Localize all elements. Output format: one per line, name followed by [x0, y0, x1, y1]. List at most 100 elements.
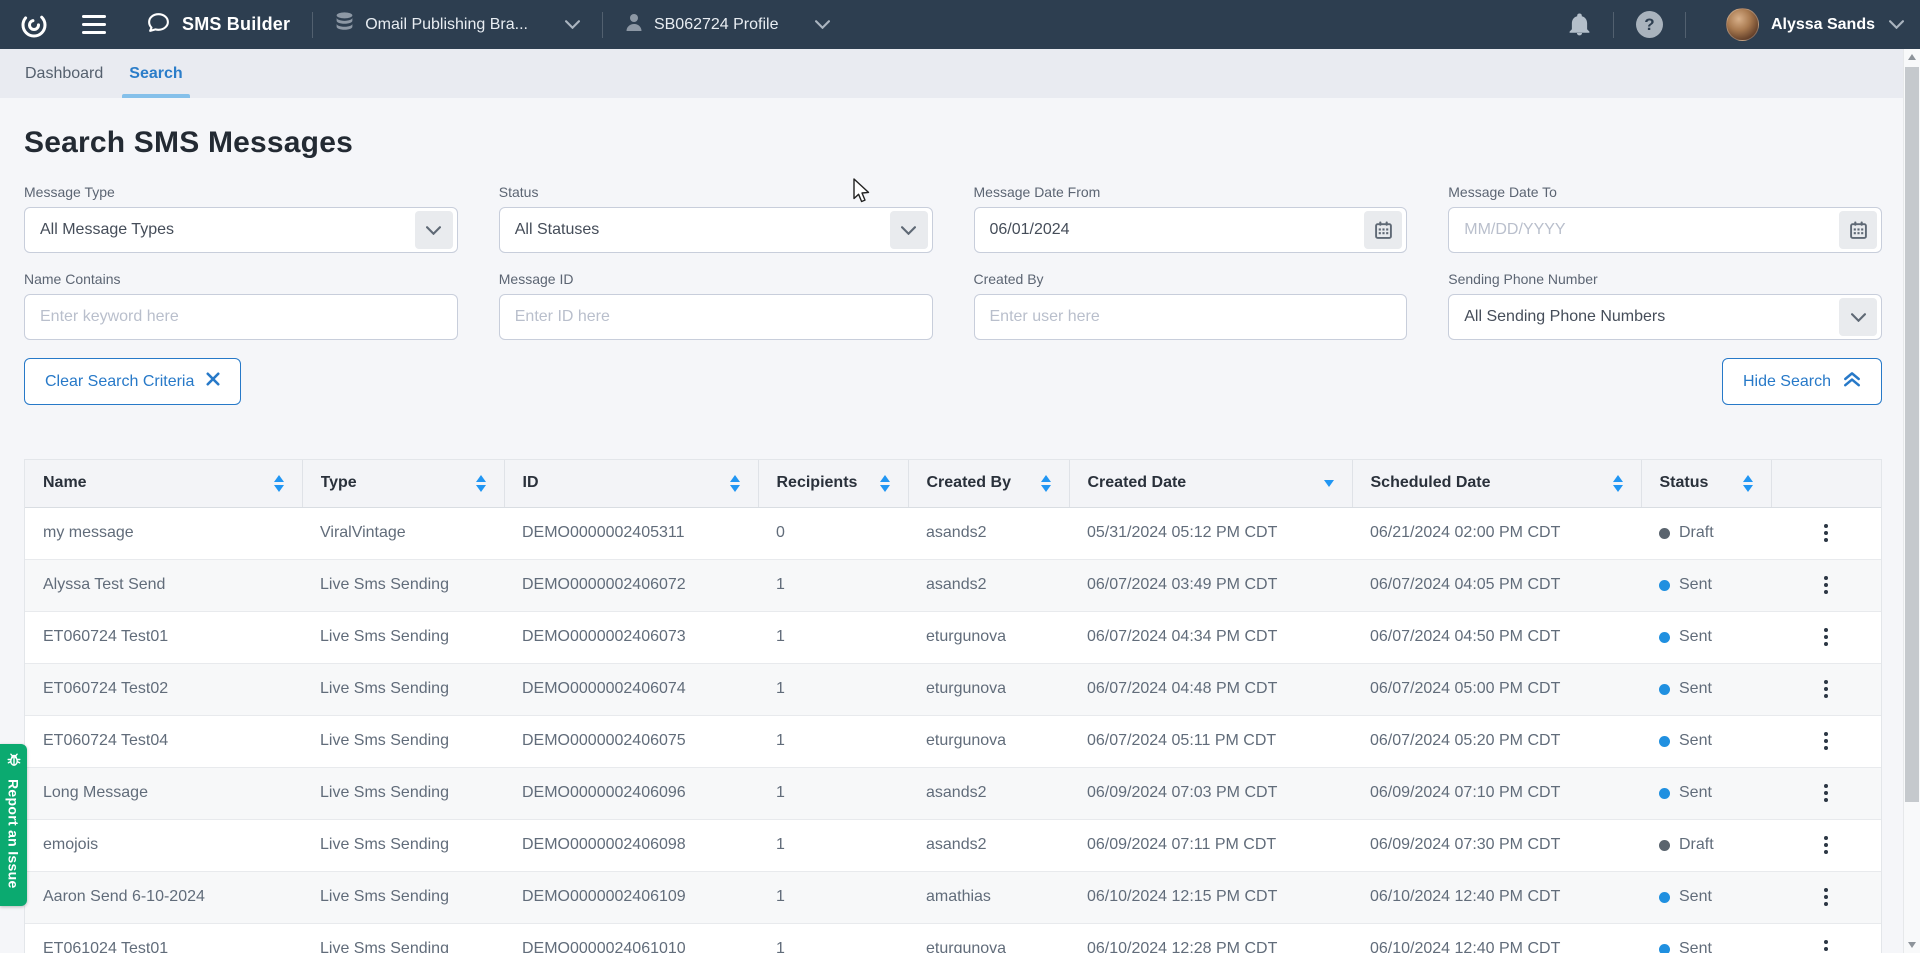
status-badge: Draft [1679, 524, 1714, 542]
cell-name: Aaron Send 6-10-2024 [25, 871, 302, 923]
column-header-status[interactable]: Status [1641, 460, 1771, 507]
kebab-menu-icon[interactable] [1789, 940, 1863, 953]
chevron-down-icon[interactable] [415, 211, 453, 249]
calendar-icon[interactable] [1364, 211, 1402, 249]
status-badge: Sent [1679, 628, 1712, 646]
kebab-menu-icon[interactable] [1789, 784, 1863, 802]
hamburger-menu-icon[interactable] [82, 15, 106, 34]
chevron-down-icon[interactable] [1889, 16, 1904, 34]
calendar-icon[interactable] [1839, 211, 1877, 249]
cell-recipients: 1 [758, 767, 908, 819]
kebab-menu-icon[interactable] [1789, 628, 1863, 646]
omeda-logo-icon[interactable] [20, 11, 48, 39]
table-row[interactable]: ET060724 Test04Live Sms SendingDEMO00000… [25, 715, 1881, 767]
column-header-name[interactable]: Name [25, 460, 302, 507]
sort-icon[interactable] [1743, 475, 1753, 492]
column-header-created_by[interactable]: Created By [908, 460, 1069, 507]
column-header-created_date[interactable]: Created Date [1069, 460, 1352, 507]
cell-name: my message [25, 507, 302, 559]
scroll-down-arrow[interactable] [1904, 937, 1920, 953]
profile-dropdown-label: SB062724 Profile [654, 16, 779, 34]
chevron-down-icon[interactable] [890, 211, 928, 249]
scroll-up-arrow[interactable] [1904, 49, 1920, 65]
cell-id: DEMO0000002405311 [504, 507, 758, 559]
chevron-down-icon[interactable] [1839, 298, 1877, 336]
chevron-down-icon [565, 16, 580, 34]
table-row[interactable]: Long MessageLive Sms SendingDEMO00000024… [25, 767, 1881, 819]
cell-recipients: 1 [758, 559, 908, 611]
report-an-issue-tab[interactable]: Report an Issue [0, 744, 27, 906]
cell-name: emojois [25, 819, 302, 871]
message-type-label: Message Type [24, 184, 458, 200]
column-header-type[interactable]: Type [302, 460, 504, 507]
sort-active-icon[interactable] [1324, 480, 1334, 487]
scrollbar-thumb[interactable] [1905, 67, 1919, 802]
cell-created_date: 06/07/2024 04:34 PM CDT [1069, 611, 1352, 663]
name-contains-input[interactable] [25, 295, 457, 339]
kebab-menu-icon[interactable] [1789, 888, 1863, 906]
table-row[interactable]: my messageViralVintageDEMO00000024053110… [25, 507, 1881, 559]
cell-scheduled_date: 06/21/2024 02:00 PM CDT [1352, 507, 1641, 559]
column-header-scheduled_date[interactable]: Scheduled Date [1352, 460, 1641, 507]
message-date-to-input[interactable] [1449, 208, 1839, 252]
status-badge: Sent [1679, 732, 1712, 750]
brand-dropdown-label: Omail Publishing Bra... [365, 16, 528, 34]
cell-type: Live Sms Sending [302, 611, 504, 663]
chevron-down-icon [815, 16, 830, 34]
brand-dropdown[interactable]: Omail Publishing Bra... [335, 12, 580, 38]
sort-icon[interactable] [730, 475, 740, 492]
name-contains-control [24, 294, 458, 340]
sort-icon[interactable] [274, 475, 284, 492]
hide-search-button[interactable]: Hide Search [1722, 358, 1882, 405]
tab-search[interactable]: Search [116, 49, 195, 98]
status-label: Status [499, 184, 933, 200]
table-row[interactable]: emojoisLive Sms SendingDEMO0000002406098… [25, 819, 1881, 871]
message-date-from-input[interactable] [975, 208, 1365, 252]
tab-dashboard[interactable]: Dashboard [12, 49, 116, 98]
cell-created_date: 05/31/2024 05:12 PM CDT [1069, 507, 1352, 559]
row-actions-cell [1771, 819, 1881, 871]
cell-created_by: asands2 [908, 767, 1069, 819]
sort-icon[interactable] [1041, 475, 1051, 492]
close-icon [206, 372, 220, 391]
message-date-from-control [974, 207, 1408, 253]
table-row[interactable]: ET060724 Test01Live Sms SendingDEMO00000… [25, 611, 1881, 663]
sort-icon[interactable] [1613, 475, 1623, 492]
sending-phone-number-select[interactable]: All Sending Phone Numbers [1448, 294, 1882, 340]
kebab-menu-icon[interactable] [1789, 576, 1863, 594]
vertical-scrollbar[interactable] [1903, 49, 1920, 953]
message-type-select[interactable]: All Message Types [24, 207, 458, 253]
notifications-bell-icon[interactable] [1568, 13, 1591, 37]
cell-created_by: eturgunova [908, 715, 1069, 767]
table-row[interactable]: ET060724 Test02Live Sms SendingDEMO00000… [25, 663, 1881, 715]
table-row[interactable]: Aaron Send 6-10-2024Live Sms SendingDEMO… [25, 871, 1881, 923]
cell-created_by: eturgunova [908, 663, 1069, 715]
kebab-menu-icon[interactable] [1789, 524, 1863, 542]
help-icon[interactable]: ? [1636, 11, 1663, 38]
kebab-menu-icon[interactable] [1789, 836, 1863, 854]
status-select[interactable]: All Statuses [499, 207, 933, 253]
table-row[interactable]: ET061024 Test01Live Sms SendingDEMO00000… [25, 923, 1881, 953]
cell-created_date: 06/07/2024 03:49 PM CDT [1069, 559, 1352, 611]
message-date-to-control [1448, 207, 1882, 253]
cell-name: ET061024 Test01 [25, 923, 302, 953]
kebab-menu-icon[interactable] [1789, 680, 1863, 698]
profile-dropdown[interactable]: SB062724 Profile [625, 13, 831, 37]
cell-recipients: 1 [758, 923, 908, 953]
cell-id: DEMO0000002406109 [504, 871, 758, 923]
message-id-input[interactable] [500, 295, 932, 339]
cell-type: Live Sms Sending [302, 871, 504, 923]
cell-scheduled_date: 06/10/2024 12:40 PM CDT [1352, 923, 1641, 953]
row-actions-cell [1771, 663, 1881, 715]
table-row[interactable]: Alyssa Test SendLive Sms SendingDEMO0000… [25, 559, 1881, 611]
sort-icon[interactable] [880, 475, 890, 492]
cell-scheduled_date: 06/09/2024 07:10 PM CDT [1352, 767, 1641, 819]
created-by-input[interactable] [975, 295, 1407, 339]
kebab-menu-icon[interactable] [1789, 732, 1863, 750]
column-header-id[interactable]: ID [504, 460, 758, 507]
column-header-recipients[interactable]: Recipients [758, 460, 908, 507]
sort-icon[interactable] [476, 475, 486, 492]
user-avatar[interactable] [1726, 8, 1759, 41]
form-actions: Clear Search Criteria Hide Search [24, 358, 1882, 405]
clear-search-criteria-button[interactable]: Clear Search Criteria [24, 358, 241, 405]
